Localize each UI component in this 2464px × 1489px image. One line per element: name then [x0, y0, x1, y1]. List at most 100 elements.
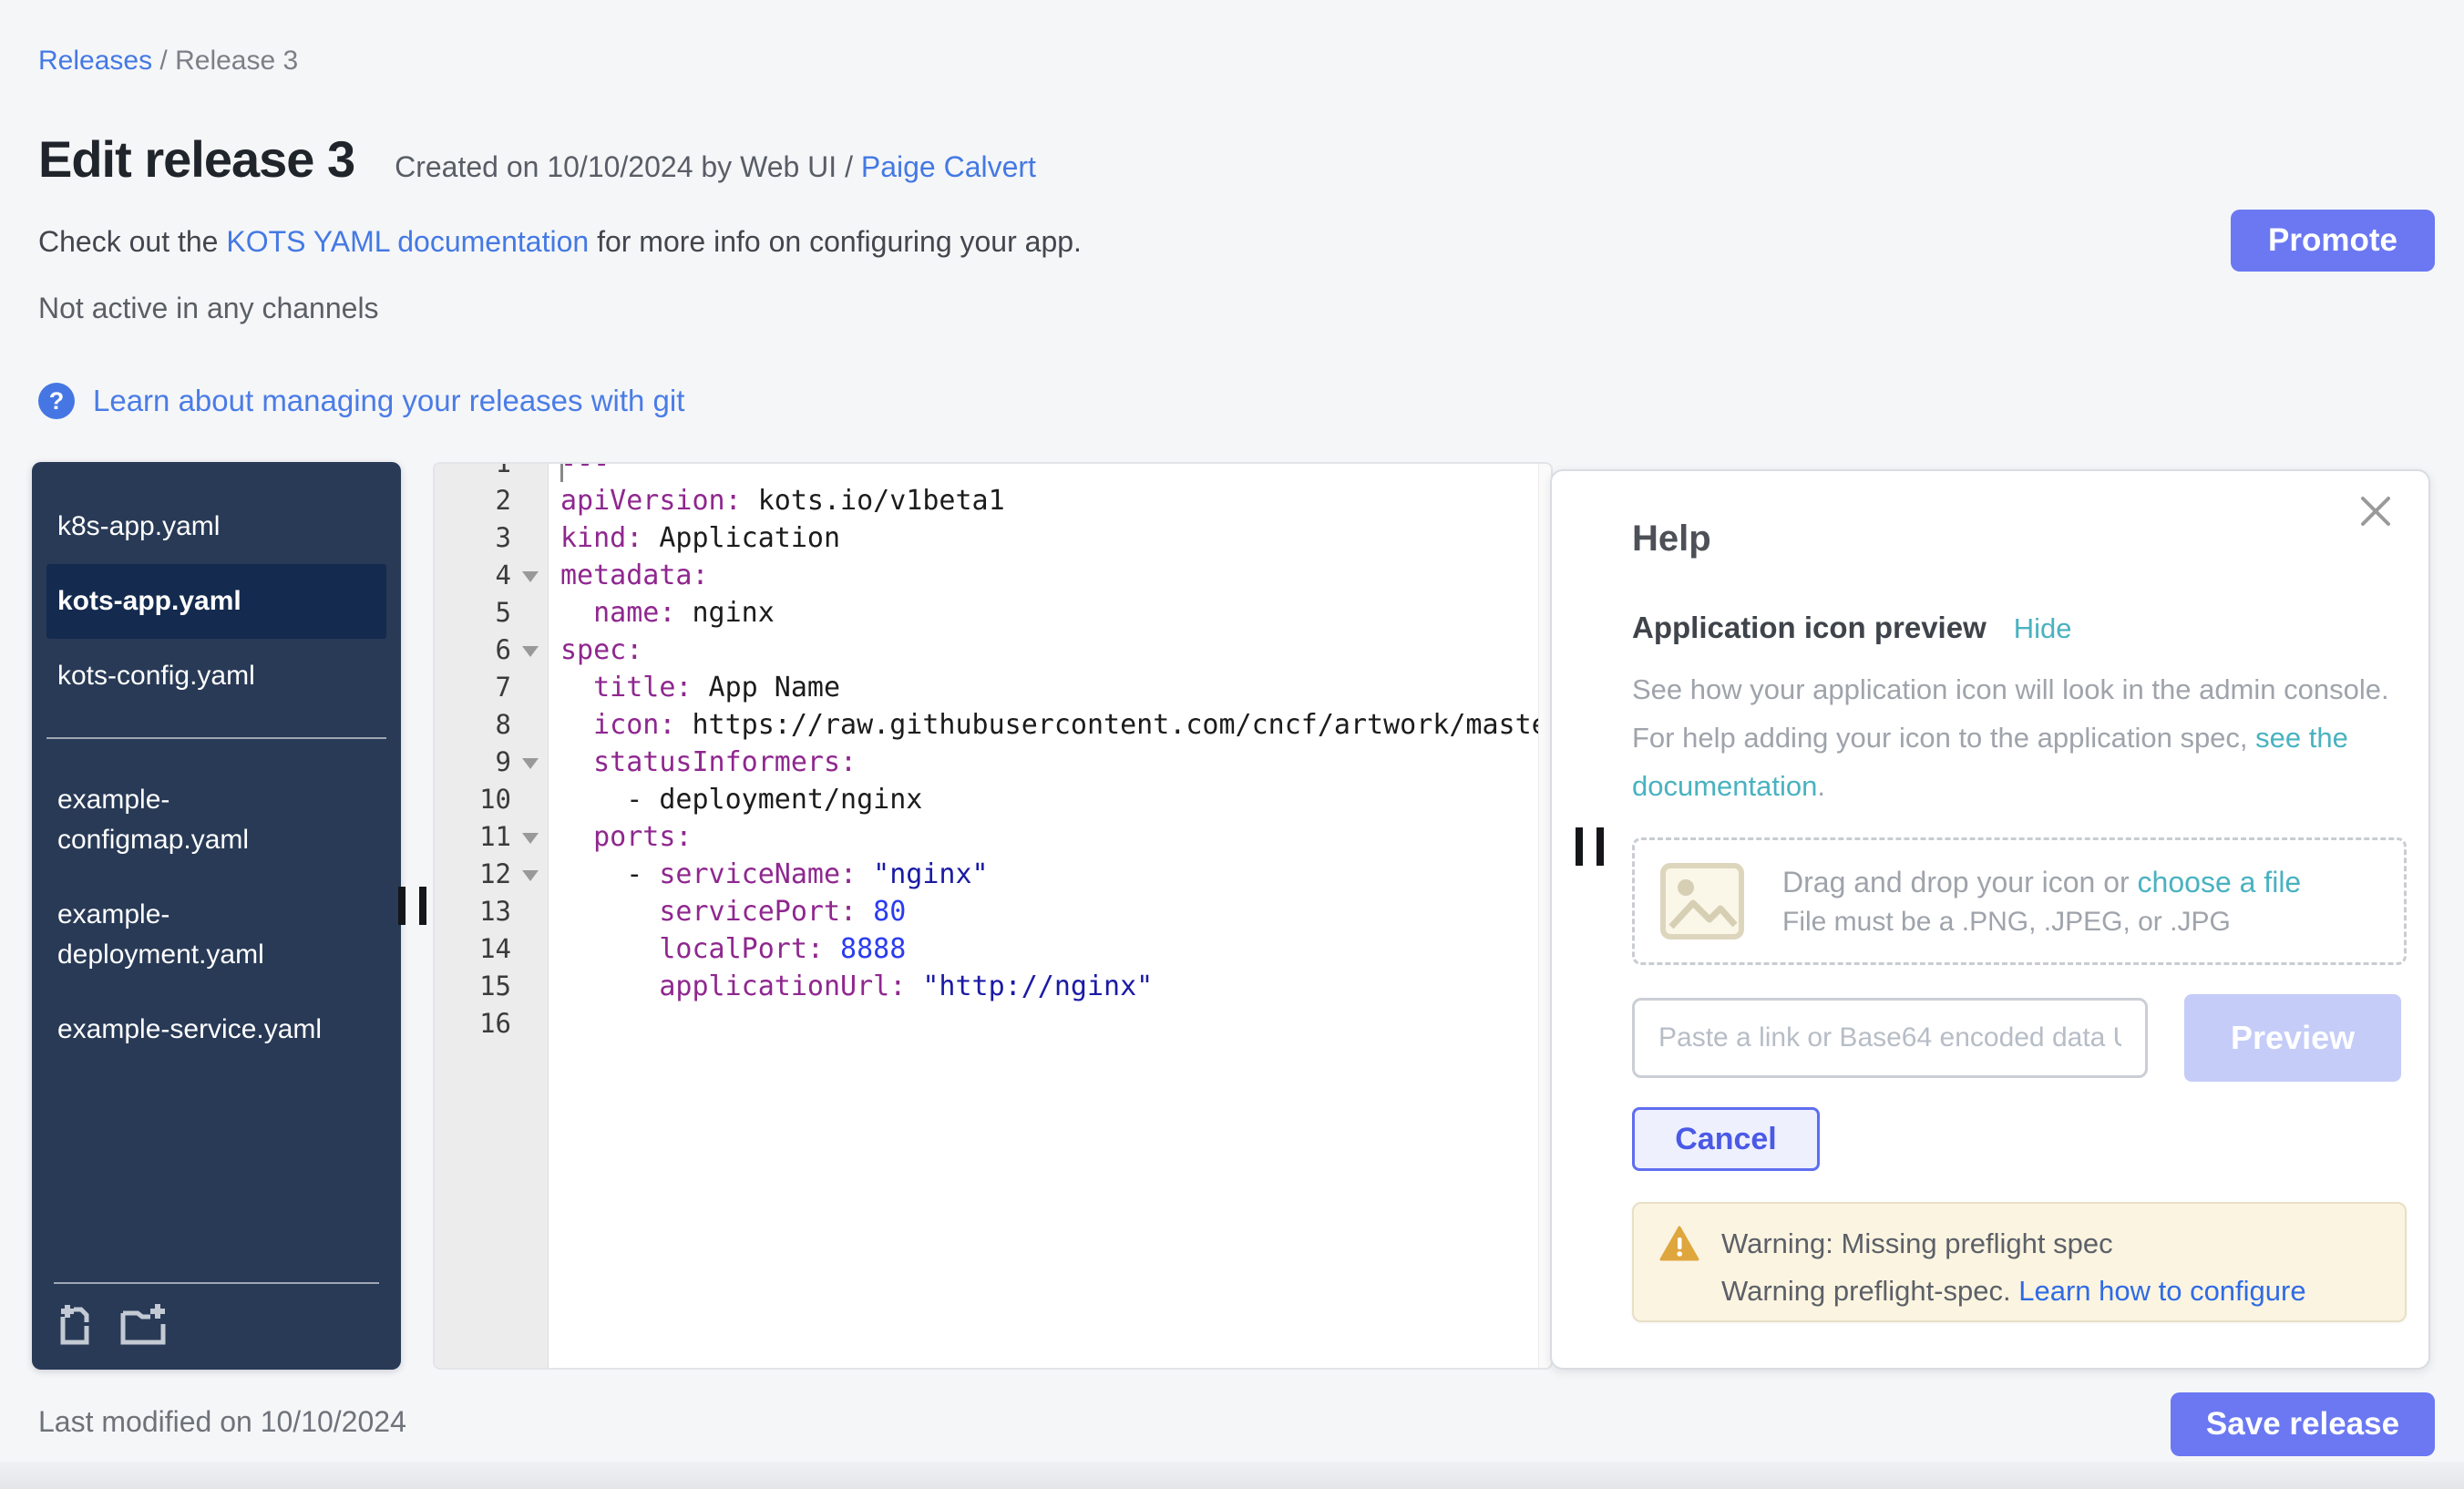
section-title: Application icon preview	[1632, 611, 1987, 645]
code-line[interactable]: ---	[549, 464, 1551, 482]
line-number: 7	[435, 669, 548, 706]
save-release-button[interactable]: Save release	[2171, 1392, 2435, 1456]
code-line[interactable]: kind: Application	[549, 519, 1551, 557]
breadcrumb-separator: /	[152, 46, 175, 76]
created-meta: Created on 10/10/2024 by Web UI / Paige …	[395, 150, 1036, 184]
sidebar-file-example-service.yaml[interactable]: example-service.yaml	[46, 992, 386, 1067]
add-file-icon[interactable]	[54, 1304, 96, 1346]
add-folder-icon[interactable]	[119, 1304, 167, 1346]
code-line[interactable]: apiVersion: kots.io/v1beta1	[549, 482, 1551, 519]
sidebar-file-k8s-app.yaml[interactable]: k8s-app.yaml	[46, 489, 386, 564]
file-name: example-configmap.yaml	[57, 780, 342, 860]
promote-button[interactable]: Promote	[2231, 210, 2435, 272]
editor-gutter: 12345678910111213141516	[435, 464, 549, 1368]
question-mark-icon: ?	[38, 383, 75, 419]
line-number: 5	[435, 594, 548, 632]
line-number: 15	[435, 968, 548, 1005]
code-line[interactable]: - serviceName: "nginx"	[549, 856, 1551, 893]
warning-title: Warning: Missing preflight spec	[1721, 1227, 2113, 1260]
bottom-strip	[0, 1462, 2464, 1489]
editor-code-area[interactable]: ---apiVersion: kots.io/v1beta1kind: Appl…	[549, 464, 1551, 1368]
file-name: kots-app.yaml	[57, 581, 241, 621]
code-line[interactable]: spec:	[549, 632, 1551, 669]
line-number: 16	[435, 1005, 548, 1042]
file-name: k8s-app.yaml	[57, 507, 220, 547]
editor-gutter-lines: 12345678910111213141516	[435, 464, 548, 1042]
line-number: 2	[435, 482, 548, 519]
code-line[interactable]: metadata:	[549, 557, 1551, 594]
code-line[interactable]: name: nginx	[549, 594, 1551, 632]
dropzone-text: Drag and drop your icon or choose a file…	[1782, 866, 2301, 938]
sidebar-file-example-configmap.yaml[interactable]: example-configmap.yaml	[46, 763, 386, 878]
fold-arrow-icon[interactable]	[522, 870, 539, 881]
code-line[interactable]: ports:	[549, 818, 1551, 856]
sidebar-file-example-deployment.yaml[interactable]: example-deployment.yaml	[46, 878, 386, 992]
dropzone-filetypes: File must be a .PNG, .JPEG, or .JPG	[1782, 907, 2301, 938]
fold-arrow-icon[interactable]	[522, 571, 539, 582]
code-line[interactable]: title: App Name	[549, 669, 1551, 706]
icon-link-row: Preview	[1632, 994, 2401, 1082]
icon-dropzone[interactable]: Drag and drop your icon or choose a file…	[1632, 837, 2407, 965]
created-text: Created on 10/10/2024 by Web UI /	[395, 150, 861, 183]
file-list: k8s-app.yaml kots-app.yaml kots-config.yam…	[32, 489, 401, 1067]
line-number: 8	[435, 706, 548, 744]
line-number: 9	[435, 744, 548, 781]
code-line[interactable]: localPort: 8888	[549, 930, 1551, 968]
choose-file-link[interactable]: choose a file	[2138, 866, 2302, 899]
yaml-editor: 12345678910111213141516 ---apiVersion: k…	[433, 462, 1553, 1370]
help-description-period: .	[1817, 770, 1825, 802]
hide-link[interactable]: Hide	[2014, 612, 2072, 645]
file-name: kots-config.yaml	[57, 656, 255, 696]
fold-arrow-icon[interactable]	[522, 758, 539, 769]
docs-prefix: Check out the	[38, 225, 226, 258]
preview-button[interactable]: Preview	[2184, 994, 2401, 1082]
git-releases-link[interactable]: Learn about managing your releases with …	[93, 384, 684, 418]
sidebar-bottom-divider	[54, 1282, 379, 1284]
code-line[interactable]: statusInformers:	[549, 744, 1551, 781]
code-line[interactable]: applicationUrl: "http://nginx"	[549, 968, 1551, 1005]
line-number: 6	[435, 632, 548, 669]
title-row: Edit release 3 Created on 10/10/2024 by …	[38, 129, 1036, 189]
line-number: 10	[435, 781, 548, 818]
breadcrumb-current: Release 3	[175, 46, 298, 76]
image-placeholder-icon	[1660, 863, 1744, 940]
breadcrumb: Releases / Release 3	[38, 46, 298, 77]
cancel-button[interactable]: Cancel	[1632, 1107, 1820, 1171]
kots-yaml-docs-link[interactable]: KOTS YAML documentation	[226, 225, 589, 258]
editor-cursor	[560, 464, 563, 482]
fold-arrow-icon[interactable]	[522, 833, 539, 844]
last-modified-text: Last modified on 10/10/2024	[38, 1405, 406, 1439]
line-number: 14	[435, 930, 548, 968]
preflight-warning: Warning: Missing preflight spec Warning …	[1632, 1202, 2407, 1322]
file-name: example-deployment.yaml	[57, 895, 342, 975]
code-line[interactable]: icon: https://raw.githubusercontent.com/…	[549, 706, 1551, 744]
warning-triangle-icon	[1659, 1226, 1699, 1262]
git-help-row: ? Learn about managing your releases wit…	[38, 383, 684, 419]
learn-configure-link[interactable]: Learn how to configure	[2018, 1275, 2305, 1307]
fold-arrow-icon[interactable]	[522, 646, 539, 657]
sidebar-actions	[54, 1304, 379, 1346]
help-panel: Help Application icon preview Hide See h…	[1550, 469, 2430, 1370]
line-number: 4	[435, 557, 548, 594]
close-icon[interactable]	[2356, 491, 2396, 531]
dropzone-label: Drag and drop your icon or	[1782, 866, 2138, 899]
editor-code-lines: ---apiVersion: kots.io/v1beta1kind: Appl…	[549, 464, 1551, 1042]
created-author-link[interactable]: Paige Calvert	[861, 150, 1036, 183]
breadcrumb-releases-link[interactable]: Releases	[38, 46, 152, 76]
sidebar-resize-handle[interactable]	[398, 887, 426, 925]
code-line[interactable]: servicePort: 80	[549, 893, 1551, 930]
code-line[interactable]: - deployment/nginx	[549, 781, 1551, 818]
icon-url-input[interactable]	[1632, 998, 2148, 1078]
line-number: 11	[435, 818, 548, 856]
editor-resize-handle[interactable]	[1576, 827, 1604, 866]
code-line[interactable]	[549, 1005, 1551, 1042]
editor-scrollbar[interactable]	[1538, 464, 1551, 1368]
sidebar-file-kots-config.yaml[interactable]: kots-config.yaml	[46, 639, 386, 714]
line-number: 1	[435, 464, 548, 482]
sidebar-file-kots-app.yaml[interactable]: kots-app.yaml	[46, 564, 386, 639]
line-number: 3	[435, 519, 548, 557]
file-name: example-service.yaml	[57, 1010, 322, 1050]
line-number: 13	[435, 893, 548, 930]
channel-status: Not active in any channels	[38, 292, 379, 325]
docs-suffix: for more info on configuring your app.	[589, 225, 1082, 258]
